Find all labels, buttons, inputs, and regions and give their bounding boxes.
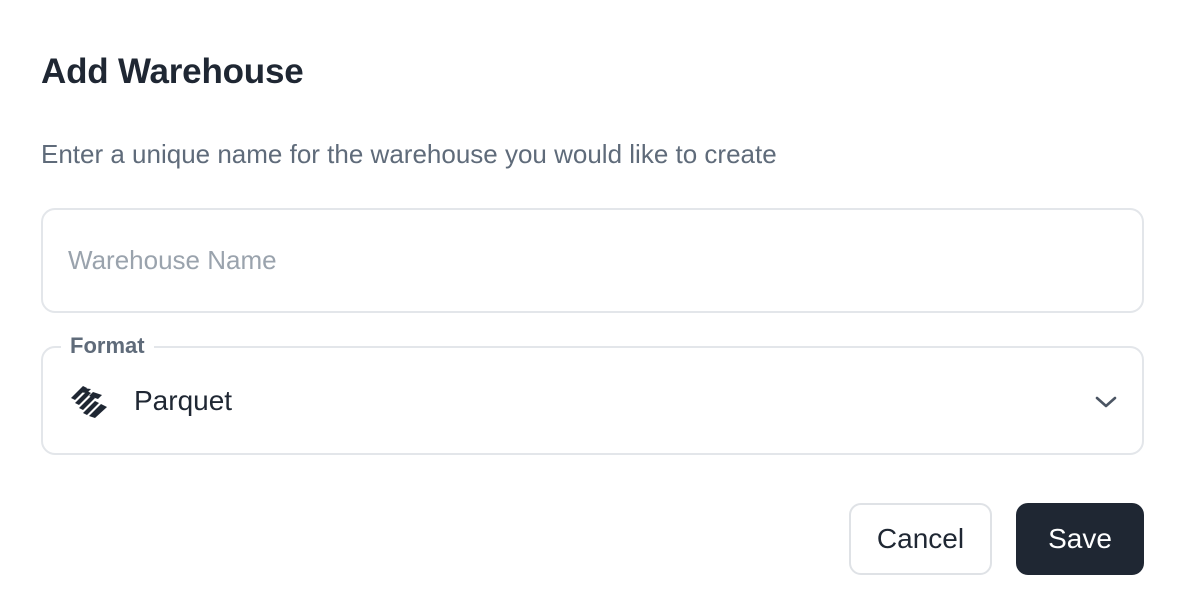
dialog-description: Enter a unique name for the warehouse yo…	[41, 139, 777, 169]
dialog-title: Add Warehouse	[41, 52, 304, 91]
format-selected-value: Parquet	[134, 385, 233, 416]
format-label: Format	[61, 332, 154, 360]
parquet-logo-icon	[69, 384, 111, 418]
save-button[interactable]: Save	[1016, 503, 1144, 575]
format-select[interactable]: Format Parquet	[41, 332, 1144, 455]
add-warehouse-dialog: Add Warehouse Enter a unique name for th…	[0, 0, 1178, 614]
warehouse-name-field[interactable]	[41, 208, 1144, 313]
cancel-button[interactable]: Cancel	[849, 503, 992, 575]
warehouse-name-input[interactable]	[68, 210, 1117, 311]
chevron-down-icon[interactable]	[1094, 390, 1118, 414]
